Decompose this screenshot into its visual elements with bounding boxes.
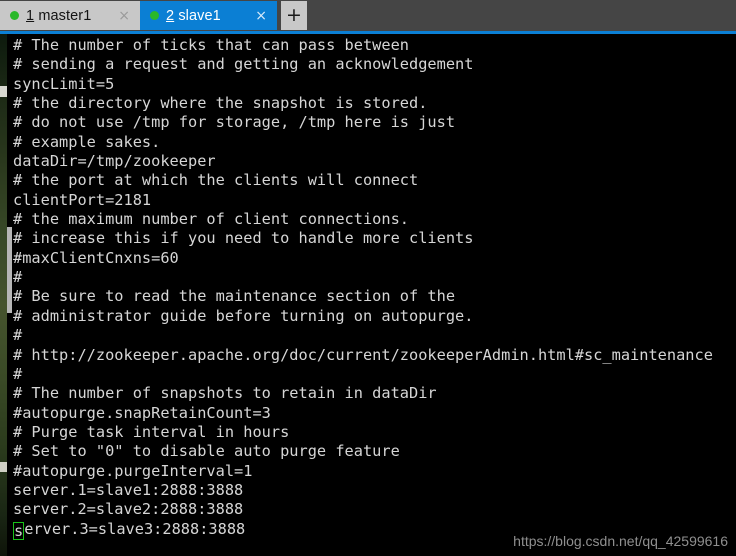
tab-bar: 1 master1 × 2 slave1 × + [0, 0, 736, 31]
new-tab-button[interactable]: + [281, 1, 307, 30]
terminal-line: # administrator guide before turning on … [13, 306, 474, 325]
terminal-pane[interactable]: # The number of ticks that can pass betw… [7, 34, 736, 556]
tab-slave1-index: 2 [166, 7, 175, 24]
terminal-line: # Purge task interval in hours [13, 422, 290, 441]
terminal-line: # increase this if you need to handle mo… [13, 229, 474, 248]
terminal-line: # example sakes. [13, 132, 161, 151]
terminal-window: 1 master1 × 2 slave1 × + # The number of… [0, 0, 736, 556]
tab-status-dot-icon [10, 11, 19, 20]
terminal-line: # [13, 364, 23, 383]
desktop-icon [0, 86, 7, 97]
terminal-scrollbar[interactable] [7, 34, 12, 556]
tab-master1-index: 1 [26, 7, 35, 24]
watermark-text: https://blog.csdn.net/qq_42599616 [513, 533, 728, 549]
terminal-line: server.2=slave2:2888:3888 [13, 500, 244, 519]
terminal-line: #autopurge.purgeInterval=1 [13, 461, 253, 480]
terminal-line-text: erver.3=slave3:2888:3888 [24, 519, 246, 538]
terminal-line: # the directory where the snapshot is st… [13, 94, 428, 113]
terminal-screen[interactable]: # The number of ticks that can pass betw… [13, 34, 736, 556]
terminal-line: # [13, 268, 23, 287]
tab-slave1-label: 2 slave1 [166, 8, 251, 24]
tab-master1-name: master1 [38, 7, 92, 24]
terminal-line: # http://zookeeper.apache.org/doc/curren… [13, 345, 713, 364]
terminal-line: #maxClientCnxns=60 [13, 248, 179, 267]
terminal-scrollbar-thumb[interactable] [7, 227, 12, 313]
terminal-line: clientPort=2181 [13, 190, 152, 209]
close-icon[interactable]: × [114, 9, 134, 23]
terminal-line: dataDir=/tmp/zookeeper [13, 152, 216, 171]
terminal-line: #autopurge.snapRetainCount=3 [13, 403, 271, 422]
tab-slave1-name: slave1 [178, 7, 221, 24]
tab-status-dot-icon [150, 11, 159, 20]
terminal-line: server.1=slave1:2888:3888 [13, 480, 244, 499]
close-icon[interactable]: × [251, 9, 271, 23]
terminal-line: # The number of snapshots to retain in d… [13, 384, 437, 403]
terminal-line: # do not use /tmp for storage, /tmp here… [13, 113, 456, 132]
terminal-line: # sending a request and getting an ackno… [13, 55, 474, 74]
terminal-line: # Be sure to read the maintenance sectio… [13, 287, 456, 306]
text-cursor: s [13, 521, 25, 540]
terminal-line: # the port at which the clients will con… [13, 171, 419, 190]
tab-master1-label: 1 master1 [26, 8, 114, 24]
terminal-line: syncLimit=5 [13, 74, 115, 93]
terminal-line: # Set to "0" to disable auto purge featu… [13, 442, 400, 461]
desktop-icon [0, 462, 7, 472]
terminal-line: # [13, 326, 23, 345]
desktop-background-strip [0, 34, 7, 556]
terminal-line: # The number of ticks that can pass betw… [13, 36, 410, 54]
tab-slave1[interactable]: 2 slave1 × [140, 1, 277, 30]
terminal-line: # the maximum number of client connectio… [13, 210, 410, 229]
tab-master1[interactable]: 1 master1 × [0, 1, 140, 30]
